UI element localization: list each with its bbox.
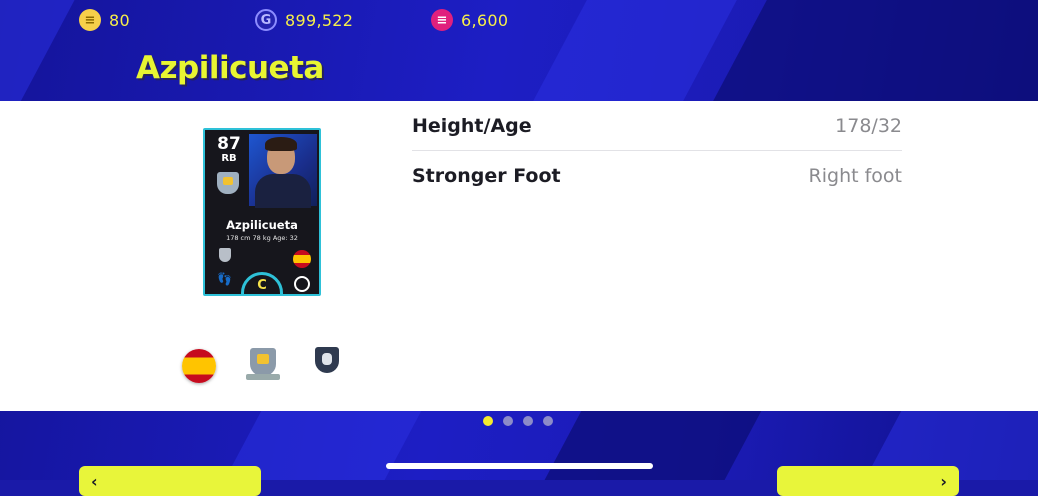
back-button[interactable]: ‹ — [79, 466, 261, 496]
efootball-coin-amount: 6,600 — [461, 10, 509, 30]
card-league-icon — [219, 248, 231, 262]
player-photo — [249, 134, 317, 208]
page-dot-active[interactable] — [483, 416, 493, 426]
currency-efootball-coins[interactable]: ≡ 6,600 — [431, 6, 508, 34]
card-condition: C — [257, 278, 267, 293]
gp-amount: 899,522 — [285, 10, 354, 30]
detail-label: Stronger Foot — [412, 165, 561, 187]
home-indicator[interactable] — [386, 463, 653, 469]
card-player-name: Azpilicueta — [226, 218, 298, 232]
chevron-right-icon: › — [940, 471, 947, 491]
efootball-coin-icon: ≡ — [431, 9, 453, 31]
chevron-left-icon: ‹ — [91, 471, 98, 491]
card-foot-icon: 👣 — [217, 272, 232, 286]
player-card[interactable]: 87 RB Azpilicueta 178 cm 78 kg Age: 32 👣… — [203, 128, 321, 296]
detail-row-stronger-foot: Stronger Foot Right foot — [412, 152, 902, 200]
detail-label: Height/Age — [412, 115, 532, 137]
page-dot[interactable] — [503, 416, 513, 426]
detail-divider — [412, 150, 902, 151]
detail-value: 178/32 — [835, 115, 902, 137]
league-shield-icon[interactable] — [314, 347, 340, 383]
currency-e-coins[interactable]: ≡ 80 — [79, 6, 130, 34]
player-title: Azpilicueta — [136, 50, 324, 86]
page-indicator — [483, 416, 553, 426]
e-coin-icon: ≡ — [79, 9, 101, 31]
club-crest-icon[interactable] — [246, 348, 280, 382]
spain-flag-icon[interactable] — [182, 349, 216, 383]
card-club-crest-icon — [217, 172, 239, 194]
card-spain-flag-icon — [293, 250, 311, 268]
next-button[interactable]: › — [777, 466, 959, 496]
card-rating: 87 — [217, 134, 241, 154]
page-dot[interactable] — [523, 416, 533, 426]
card-efootball-logo-icon — [294, 276, 310, 292]
detail-value: Right foot — [808, 165, 902, 187]
currency-gp[interactable]: G 899,522 — [255, 6, 353, 34]
detail-row-height-age: Height/Age 178/32 — [412, 102, 902, 150]
e-coin-amount: 80 — [109, 10, 130, 30]
card-position: RB — [221, 153, 237, 164]
card-player-info: 178 cm 78 kg Age: 32 — [226, 234, 298, 242]
gp-coin-icon: G — [255, 9, 277, 31]
page-dot[interactable] — [543, 416, 553, 426]
